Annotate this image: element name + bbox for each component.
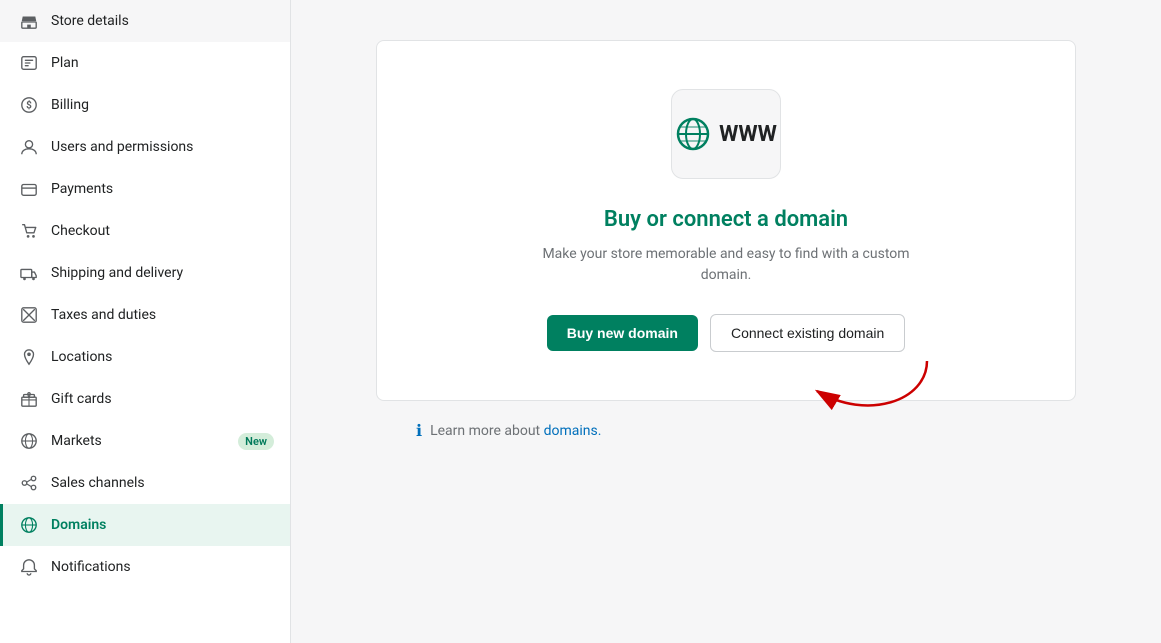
sidebar-item-markets[interactable]: Markets New [0, 420, 290, 462]
domain-card-title: Buy or connect a domain [604, 207, 848, 232]
sidebar-item-label: Users and permissions [51, 139, 274, 155]
sidebar: Store details Plan $ Billing User [0, 0, 291, 643]
svg-text:$: $ [26, 101, 32, 112]
store-icon [19, 11, 39, 31]
domain-icon-wrapper: WWW [671, 89, 781, 179]
sidebar-item-plan[interactable]: Plan [0, 42, 290, 84]
sales-channels-icon [19, 473, 39, 493]
sidebar-item-label: Payments [51, 181, 274, 197]
sidebar-item-label: Taxes and duties [51, 307, 274, 323]
sidebar-item-taxes-duties[interactable]: Taxes and duties [0, 294, 290, 336]
connect-existing-domain-button[interactable]: Connect existing domain [710, 314, 905, 352]
sidebar-item-payments[interactable]: Payments [0, 168, 290, 210]
sidebar-item-label: Gift cards [51, 391, 274, 407]
sidebar-item-label: Plan [51, 55, 274, 71]
sidebar-item-domains[interactable]: Domains [0, 504, 290, 546]
sidebar-item-locations[interactable]: Locations [0, 336, 290, 378]
checkout-icon [19, 221, 39, 241]
globe-large-icon [675, 116, 711, 152]
sidebar-item-sales-channels[interactable]: Sales channels [0, 462, 290, 504]
markets-icon [19, 431, 39, 451]
sidebar-item-billing[interactable]: $ Billing [0, 84, 290, 126]
sidebar-item-label: Billing [51, 97, 274, 113]
sidebar-item-store-details[interactable]: Store details [0, 0, 290, 42]
info-text: Learn more about domains. [430, 423, 601, 439]
plan-icon [19, 53, 39, 73]
globe-icon [19, 515, 39, 535]
sidebar-item-label: Sales channels [51, 475, 274, 491]
sidebar-item-label: Locations [51, 349, 274, 365]
sidebar-item-notifications[interactable]: Notifications [0, 546, 290, 588]
payments-icon [19, 179, 39, 199]
sidebar-item-label: Shipping and delivery [51, 265, 274, 281]
shipping-icon [19, 263, 39, 283]
domain-actions: Buy new domain Connect existing domain [547, 314, 906, 352]
main-content: WWW Buy or connect a domain Make your st… [291, 0, 1161, 643]
domains-link[interactable]: domains. [544, 423, 602, 439]
new-badge: New [238, 433, 274, 450]
bell-icon [19, 557, 39, 577]
sidebar-item-label: Checkout [51, 223, 274, 239]
sidebar-item-label: Notifications [51, 559, 274, 575]
sidebar-item-label: Store details [51, 13, 274, 29]
billing-icon: $ [19, 95, 39, 115]
buy-new-domain-button[interactable]: Buy new domain [547, 315, 698, 351]
sidebar-item-label: Domains [51, 517, 274, 533]
sidebar-item-checkout[interactable]: Checkout [0, 210, 290, 252]
sidebar-item-gift-cards[interactable]: Gift cards [0, 378, 290, 420]
taxes-icon [19, 305, 39, 325]
domain-card-subtitle: Make your store memorable and easy to fi… [536, 244, 916, 286]
www-text: WWW [719, 122, 777, 147]
gift-icon [19, 389, 39, 409]
location-icon [19, 347, 39, 367]
sidebar-item-shipping-delivery[interactable]: Shipping and delivery [0, 252, 290, 294]
sidebar-item-label: Markets [51, 433, 220, 449]
sidebar-item-users-permissions[interactable]: Users and permissions [0, 126, 290, 168]
user-icon [19, 137, 39, 157]
domain-card: WWW Buy or connect a domain Make your st… [376, 40, 1076, 401]
info-icon: ℹ [416, 421, 422, 440]
